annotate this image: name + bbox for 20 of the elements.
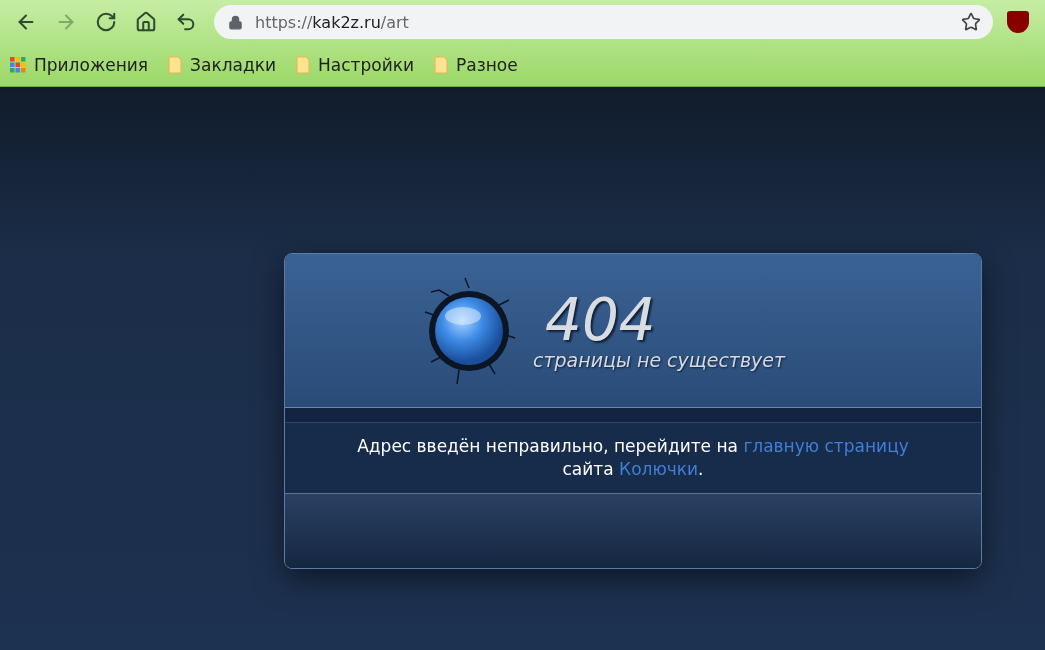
folder-icon: [168, 56, 183, 74]
message-link[interactable]: Колючки: [619, 459, 699, 479]
apps-grid-icon: [10, 57, 26, 73]
error-message: Адрес введён неправильно, перейдите на главную страницу сайта Колючки.: [356, 435, 910, 481]
bookmark-star-icon[interactable]: [961, 12, 981, 32]
lock-icon: [228, 14, 243, 30]
message-link[interactable]: главную страницу: [743, 436, 909, 457]
folder-icon: [434, 56, 449, 74]
bookmark-item[interactable]: Настройки: [296, 55, 415, 75]
extension-shield-icon[interactable]: [1007, 11, 1029, 33]
bookmark-item[interactable]: Разное: [434, 55, 518, 75]
reload-icon: [95, 11, 117, 33]
undo-arrow-icon: [175, 11, 197, 33]
bookmark-item[interactable]: Закладки: [168, 55, 276, 75]
error-code: 404: [545, 290, 656, 349]
error-subtitle: страницы не существует: [533, 348, 786, 371]
bookmark-item[interactable]: Приложения: [10, 55, 149, 75]
folder-icon: [296, 56, 310, 74]
home-icon: [135, 11, 157, 33]
address-field[interactable]: https://kak2z.ru/art: [214, 5, 993, 39]
